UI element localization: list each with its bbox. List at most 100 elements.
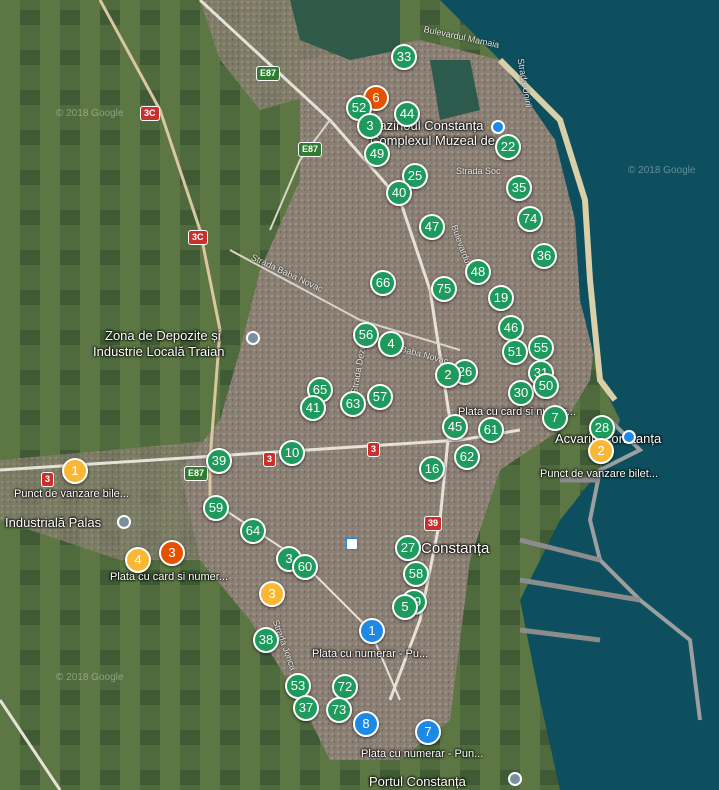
map-marker[interactable]: 35 [506,175,532,201]
marker-number: 49 [369,146,385,161]
map-marker[interactable]: 48 [465,259,491,285]
marker-number: 30 [513,385,529,400]
map-marker[interactable]: 33 [391,44,417,70]
map-marker[interactable]: 61 [478,417,504,443]
marker-label: Plata cu numerar - Pu... [312,648,429,660]
transit-icon[interactable] [346,538,358,550]
map-marker[interactable]: 1 [62,458,88,484]
map-marker[interactable]: 3 [357,113,383,139]
poi-icon[interactable] [508,772,522,786]
map-marker[interactable]: 3 [159,540,185,566]
map-marker[interactable]: 74 [517,206,543,232]
map-marker[interactable]: 7 [542,405,568,431]
marker-number: 66 [375,275,391,290]
map-marker[interactable]: 40 [386,180,412,206]
place-label-zona: Zona de Depozite și [105,328,221,343]
road-shield-3c: 3C [188,230,208,245]
map-marker[interactable]: 37 [293,695,319,721]
road-label-socola: Strada Soc [456,166,501,176]
marker-number: 58 [408,566,424,581]
marker-label: Plata cu card si numer... [110,571,228,583]
marker-number: 60 [297,559,313,574]
marker-number: 27 [400,540,416,555]
place-label-portul: Portul Constanța [369,774,466,789]
road-shield-e87: E87 [184,466,209,481]
marker-number: 1 [71,463,79,478]
marker-number: 51 [507,344,523,359]
map-marker[interactable]: 8 [353,711,379,737]
marker-number: 61 [483,422,499,437]
map-marker[interactable]: 63 [340,391,366,417]
map-marker[interactable]: 30 [508,380,534,406]
map-marker[interactable]: 19 [488,285,514,311]
poi-icon[interactable] [622,430,636,444]
map-marker[interactable]: 45 [442,414,468,440]
marker-number: 39 [211,453,227,468]
map-marker[interactable]: 49 [364,141,390,167]
marker-number: 74 [522,211,538,226]
map-marker[interactable]: 2 [588,438,614,464]
map-marker[interactable]: 60 [292,554,318,580]
marker-number: 48 [470,264,486,279]
map-view[interactable]: Zona de Depozite și Industrie Locală Tra… [0,0,719,790]
map-marker[interactable]: 57 [367,384,393,410]
map-marker[interactable]: 50 [533,373,559,399]
museum-icon[interactable] [491,120,505,134]
marker-number: 8 [362,716,370,731]
marker-number: 3 [268,586,276,601]
map-marker[interactable]: 73 [326,697,352,723]
marker-number: 41 [305,400,321,415]
marker-number: 55 [533,340,549,355]
map-marker[interactable]: 75 [431,276,457,302]
marker-number: 38 [258,632,274,647]
marker-number: 35 [511,180,527,195]
map-marker[interactable]: 38 [253,627,279,653]
marker-number: 56 [358,327,374,342]
marker-number: 37 [298,700,314,715]
map-marker[interactable]: 66 [370,270,396,296]
marker-number: 47 [424,219,440,234]
map-marker[interactable]: 16 [419,456,445,482]
map-marker[interactable]: 10 [279,440,305,466]
marker-number: 57 [372,389,388,404]
map-marker[interactable]: 44 [394,101,420,127]
marker-number: 4 [134,552,142,567]
marker-number: 75 [436,281,452,296]
map-marker[interactable]: 1 [359,618,385,644]
map-watermark: © 2018 Google [56,672,124,683]
road-shield-3c: 3C [140,106,160,121]
map-watermark: © 2018 Google [628,165,696,176]
map-marker[interactable]: 64 [240,518,266,544]
map-marker[interactable]: 62 [454,444,480,470]
map-marker[interactable]: 4 [125,547,151,573]
map-marker[interactable]: 58 [403,561,429,587]
map-marker[interactable]: 3 [259,581,285,607]
marker-number: 1 [368,623,376,638]
marker-label: Punct de vanzare bile... [14,488,129,500]
map-marker[interactable]: 41 [300,395,326,421]
place-label-cazinoul: Cazinoul Constanța [370,118,484,133]
marker-number: 64 [245,523,261,538]
marker-number: 44 [399,106,415,121]
marker-number: 10 [284,445,300,460]
map-marker[interactable]: 51 [502,339,528,365]
map-marker[interactable]: 47 [419,214,445,240]
marker-number: 40 [391,185,407,200]
poi-icon[interactable] [246,331,260,345]
map-marker[interactable]: 59 [203,495,229,521]
map-marker[interactable]: 22 [495,134,521,160]
map-marker[interactable]: 7 [415,719,441,745]
map-marker[interactable]: 2 [435,362,461,388]
poi-icon[interactable] [117,515,131,529]
map-marker[interactable]: 36 [531,243,557,269]
marker-number: 2 [444,367,452,382]
map-marker[interactable]: 46 [498,315,524,341]
map-marker[interactable]: 5 [392,594,418,620]
map-marker[interactable]: 72 [332,674,358,700]
marker-number: 63 [345,396,361,411]
map-marker[interactable]: 56 [353,322,379,348]
map-marker[interactable]: 27 [395,535,421,561]
map-marker[interactable]: 39 [206,448,232,474]
map-marker[interactable]: 55 [528,335,554,361]
map-marker[interactable]: 4 [378,331,404,357]
